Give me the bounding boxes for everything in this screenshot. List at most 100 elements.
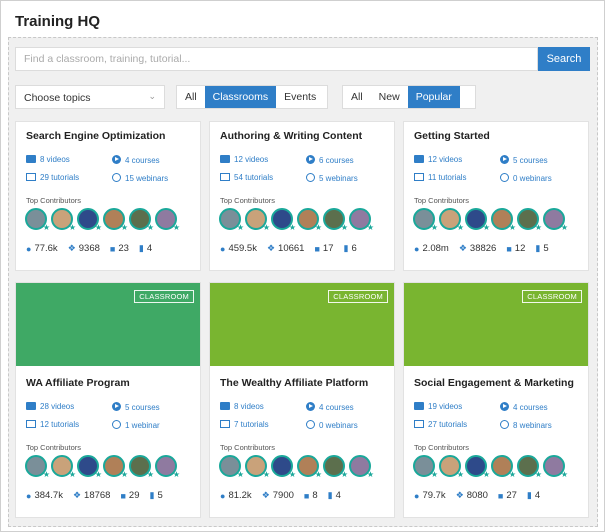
videos-link[interactable]: 8 videos: [26, 155, 70, 164]
search-button[interactable]: Search: [538, 47, 590, 71]
classroom-card[interactable]: CLASSROOM Social Engagement & Marketing …: [403, 282, 589, 518]
avatar[interactable]: ★: [271, 455, 296, 479]
avatar[interactable]: ★: [439, 208, 464, 232]
avatar[interactable]: ★: [129, 208, 154, 232]
card-title[interactable]: Social Engagement & Marketing: [414, 377, 574, 389]
card-title[interactable]: Authoring & Writing Content: [220, 130, 362, 142]
avatar[interactable]: ★: [517, 455, 542, 479]
likes-icon: ■: [314, 243, 320, 254]
avatar[interactable]: ★: [323, 208, 348, 232]
tutorials-link[interactable]: 29 tutorials: [26, 173, 79, 182]
classroom-banner[interactable]: CLASSROOM: [16, 283, 200, 366]
star-icon: ★: [262, 470, 270, 479]
avatar[interactable]: ★: [51, 455, 76, 479]
avatar[interactable]: ★: [491, 208, 516, 232]
avatar[interactable]: ★: [129, 455, 154, 479]
card-title[interactable]: The Wealthy Affiliate Platform: [220, 377, 368, 389]
avatar[interactable]: ★: [297, 208, 322, 232]
avatar[interactable]: ★: [245, 208, 270, 232]
avatar[interactable]: ★: [349, 208, 374, 232]
videos-link[interactable]: 8 videos: [220, 402, 264, 411]
courses-link[interactable]: 5 courses: [112, 402, 160, 412]
topics-dropdown[interactable]: Choose topics ⌄: [15, 85, 165, 109]
avatar[interactable]: ★: [219, 208, 244, 232]
avatar[interactable]: ★: [465, 455, 490, 479]
avatar[interactable]: ★: [517, 208, 542, 232]
avatar[interactable]: ★: [219, 455, 244, 479]
bookmarks-count: 5: [543, 243, 549, 254]
tutorials-link[interactable]: 12 tutorials: [26, 420, 79, 429]
sort-filter-new[interactable]: New: [371, 86, 408, 108]
avatar[interactable]: ★: [155, 208, 180, 232]
webinars-link[interactable]: 8 webinars: [500, 420, 552, 430]
avatar[interactable]: ★: [103, 455, 128, 479]
avatar[interactable]: ★: [271, 208, 296, 232]
chat-bubble-icon: ●: [220, 490, 226, 501]
card-title[interactable]: WA Affiliate Program: [26, 377, 130, 389]
chat-bubble-icon: ●: [26, 490, 32, 501]
tutorials-count: 54 tutorials: [234, 173, 274, 182]
videos-link[interactable]: 12 videos: [414, 155, 462, 164]
tutorials-link[interactable]: 7 tutorials: [220, 420, 269, 429]
star-icon: ★: [262, 223, 270, 232]
avatar[interactable]: ★: [77, 455, 102, 479]
search-input[interactable]: [15, 47, 538, 71]
videos-link[interactable]: 19 videos: [414, 402, 462, 411]
avatar[interactable]: ★: [25, 208, 50, 232]
avatar[interactable]: ★: [349, 455, 374, 479]
classroom-card[interactable]: Authoring & Writing Content 12 videos 6 …: [209, 121, 395, 271]
comments-icon: ❖: [261, 490, 270, 500]
webinars-count: 5 webinars: [319, 174, 358, 183]
classroom-banner[interactable]: CLASSROOM: [404, 283, 588, 366]
tutorials-link[interactable]: 27 tutorials: [414, 420, 467, 429]
avatar[interactable]: ★: [413, 208, 438, 232]
courses-link[interactable]: 4 courses: [306, 402, 354, 412]
classroom-card[interactable]: CLASSROOM WA Affiliate Program 28 videos…: [15, 282, 201, 518]
webinars-link[interactable]: 0 webinars: [306, 420, 358, 430]
classroom-card[interactable]: Search Engine Optimization 8 videos 4 co…: [15, 121, 201, 271]
sort-filter-popular[interactable]: Popular: [407, 86, 460, 108]
avatar[interactable]: ★: [543, 455, 568, 479]
type-filter-all[interactable]: All: [177, 86, 205, 108]
avatar[interactable]: ★: [465, 208, 490, 232]
card-title[interactable]: Search Engine Optimization: [26, 130, 165, 142]
webinars-link[interactable]: 5 webinars: [306, 173, 358, 183]
avatar[interactable]: ★: [543, 208, 568, 232]
tutorials-link[interactable]: 11 tutorials: [414, 173, 467, 182]
avatar[interactable]: ★: [155, 455, 180, 479]
video-icon: [220, 155, 230, 163]
avatar[interactable]: ★: [51, 208, 76, 232]
courses-link[interactable]: 6 courses: [306, 155, 354, 165]
views-metric: ● 459.5k: [220, 243, 257, 254]
avatar[interactable]: ★: [297, 455, 322, 479]
videos-link[interactable]: 28 videos: [26, 402, 74, 411]
avatar[interactable]: ★: [245, 455, 270, 479]
avatar[interactable]: ★: [323, 455, 348, 479]
videos-link[interactable]: 12 videos: [220, 155, 268, 164]
avatar[interactable]: ★: [25, 455, 50, 479]
sort-filter-all[interactable]: All: [343, 86, 371, 108]
type-filter-classrooms[interactable]: Classrooms: [204, 86, 277, 108]
star-icon: ★: [288, 223, 296, 232]
type-filter-events[interactable]: Events: [276, 86, 324, 108]
classroom-card[interactable]: CLASSROOM The Wealthy Affiliate Platform…: [209, 282, 395, 518]
avatar[interactable]: ★: [413, 455, 438, 479]
webinars-link[interactable]: 1 webinar: [112, 420, 160, 430]
courses-link[interactable]: 5 courses: [500, 155, 548, 165]
avatar[interactable]: ★: [439, 455, 464, 479]
classroom-card[interactable]: Getting Started 12 videos 5 courses 11 t…: [403, 121, 589, 271]
webinars-link[interactable]: 0 webinars: [500, 173, 552, 183]
tutorials-link[interactable]: 54 tutorials: [220, 173, 273, 182]
contributors-label: Top Contributors: [220, 443, 276, 452]
avatar[interactable]: ★: [103, 208, 128, 232]
webinars-link[interactable]: 15 webinars: [112, 173, 168, 183]
avatar[interactable]: ★: [77, 208, 102, 232]
comments-icon: ❖: [458, 243, 467, 253]
classroom-banner[interactable]: CLASSROOM: [210, 283, 394, 366]
courses-link[interactable]: 4 courses: [500, 402, 548, 412]
courses-link[interactable]: 4 courses: [112, 155, 160, 165]
avatar[interactable]: ★: [491, 455, 516, 479]
star-icon: ★: [120, 223, 128, 232]
views-metric: ● 81.2k: [220, 490, 252, 501]
card-title[interactable]: Getting Started: [414, 130, 490, 142]
